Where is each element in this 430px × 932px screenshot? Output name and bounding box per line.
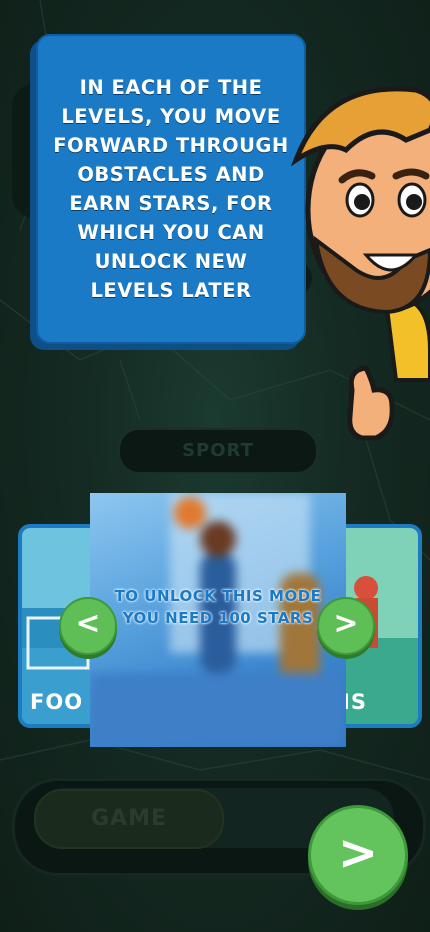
mascot-character [290,86,430,441]
play-button[interactable]: > [308,805,408,905]
game-mode-button[interactable]: GAME [34,789,224,849]
category-tab-sport[interactable]: SPORT [118,428,318,474]
carousel-prev-button[interactable]: < [59,597,117,655]
locked-mode-message: TO UNLOCK THIS MODE YOU NEED 100 STARS [114,587,322,627]
mode-card-locked[interactable]: TO UNLOCK THIS MODE YOU NEED 100 STARS [90,493,346,747]
mode-card-left-label: FOO [30,690,84,714]
carousel-next-button[interactable]: > [317,597,375,655]
